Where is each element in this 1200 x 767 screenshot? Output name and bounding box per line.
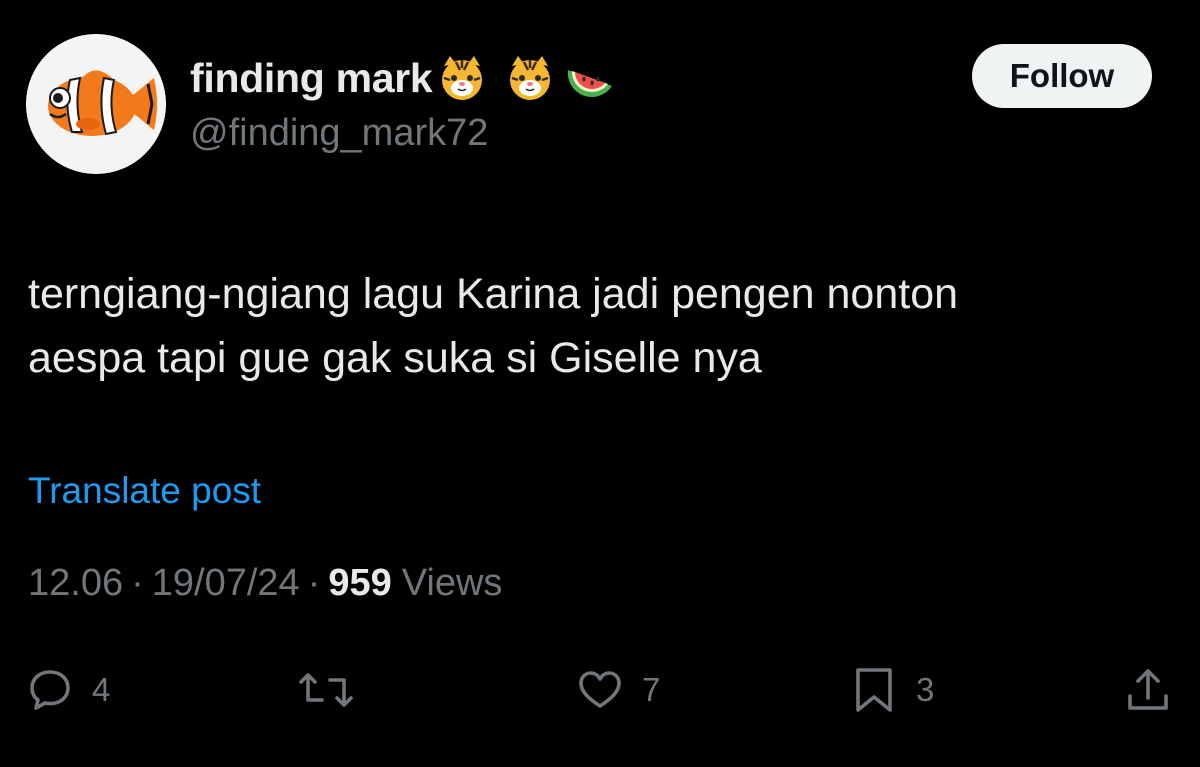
meta-separator: · — [131, 562, 144, 604]
post-text: terngiang-ngiang lagu Karina jadi pengen… — [28, 270, 959, 382]
reply-icon — [30, 670, 70, 710]
author-display-name[interactable]: finding mark — [190, 55, 433, 102]
post-time[interactable]: 12.06 — [28, 562, 123, 605]
like-button[interactable]: 7 — [576, 660, 660, 720]
bookmark-count: 3 — [916, 671, 935, 708]
clownfish-avatar-icon — [26, 34, 166, 174]
repost-icon — [299, 673, 353, 707]
tiger-face-icon — [436, 52, 488, 104]
post-date[interactable]: 19/07/24 — [152, 562, 300, 605]
author-handle[interactable]: @finding_mark72 — [190, 112, 488, 155]
meta-separator: · — [307, 562, 321, 604]
bookmark-icon — [856, 668, 892, 712]
tiger-face-icon — [504, 52, 556, 104]
action-bar: 4 7 3 — [0, 660, 1200, 720]
like-count: 7 — [642, 671, 661, 708]
heart-icon — [579, 671, 621, 708]
share-button[interactable] — [1124, 660, 1172, 720]
author-name-row[interactable]: finding mark — [190, 50, 616, 106]
watermelon-icon — [564, 52, 616, 104]
views-label[interactable]: Views — [402, 562, 503, 605]
post-meta: 12.06 · 19/07/24 · 959 Views — [28, 562, 502, 605]
repost-button[interactable] — [298, 660, 354, 720]
reply-count: 4 — [92, 671, 111, 708]
avatar[interactable] — [26, 34, 166, 174]
share-icon — [1128, 669, 1168, 710]
reply-button[interactable]: 4 — [26, 660, 110, 720]
views-count[interactable]: 959 — [328, 562, 391, 605]
bookmark-button[interactable]: 3 — [850, 660, 934, 720]
translate-post-link[interactable]: Translate post — [28, 470, 261, 512]
follow-button[interactable]: Follow — [972, 44, 1152, 108]
